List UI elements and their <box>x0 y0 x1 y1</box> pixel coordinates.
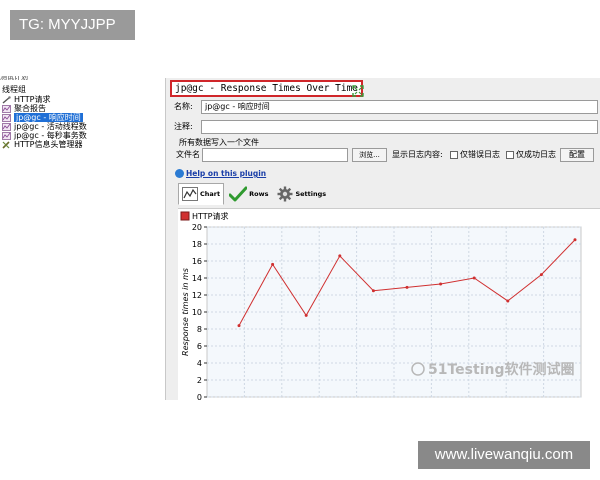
data-point <box>472 276 476 280</box>
tab-settings[interactable]: Settings <box>273 183 330 205</box>
success-only-checkbox[interactable]: 仅成功日志 <box>506 149 556 161</box>
help-link[interactable]: Help on this plugin <box>175 169 266 178</box>
tree-item-aggregate-report[interactable]: 聚合报告 <box>2 104 46 113</box>
success-only-label: 仅成功日志 <box>516 150 556 159</box>
y-tick-label: 16 <box>192 257 202 266</box>
panel-title: jp@gc - Response Times Over Time <box>170 80 364 97</box>
data-point <box>237 324 241 328</box>
data-point <box>405 285 409 289</box>
tree-item-thread-group[interactable]: 线程组 <box>2 85 26 94</box>
tree-item-tps[interactable]: jp@gc - 每秒事务数 <box>2 131 87 140</box>
data-point <box>304 313 308 317</box>
checkmark-icon <box>229 186 248 202</box>
name-field[interactable]: jp@gc - 响应时间 <box>201 100 598 114</box>
y-tick-label: 14 <box>192 274 202 283</box>
y-tick-label: 6 <box>197 342 202 351</box>
wrench-icon <box>2 140 11 149</box>
tab-label: Chart <box>200 190 221 198</box>
chart-icon <box>2 131 11 140</box>
tree-item-active-threads[interactable]: jp@gc - 活动线程数 <box>2 122 87 131</box>
tree-item-http-request[interactable]: HTTP请求 <box>2 95 50 104</box>
tree-item-label: HTTP请求 <box>14 95 51 104</box>
tab-chart[interactable]: Chart <box>178 183 225 205</box>
data-point <box>439 282 443 286</box>
y-axis-label: Response times in ms <box>181 268 190 356</box>
data-point <box>338 254 342 258</box>
tab-label: Rows <box>249 190 269 198</box>
log-content-label: 显示日志内容: <box>392 150 443 159</box>
y-tick-label: 20 <box>192 223 202 232</box>
data-point <box>573 238 577 242</box>
watermark: 51Testing软件测试圈 <box>411 361 574 378</box>
filename-field[interactable] <box>202 148 348 162</box>
chart-icon <box>182 187 198 201</box>
tree-item-label: 线程组 <box>2 85 26 94</box>
data-point <box>371 289 375 293</box>
legend-label: HTTP请求 <box>192 211 228 221</box>
data-point <box>506 299 510 303</box>
tree-root-label: 测试计划 <box>0 73 28 81</box>
tree-item-label: jp@gc - 每秒事务数 <box>14 131 87 140</box>
tree-item-label: jp@gc - 响应时间 <box>14 113 83 122</box>
y-tick-label: 8 <box>197 325 202 334</box>
tree-item-label: 聚合报告 <box>14 104 46 113</box>
filename-label: 文件名 <box>176 150 200 159</box>
y-tick-label: 18 <box>192 240 202 249</box>
help-link-text: Help on this plugin <box>186 169 267 178</box>
gear-icon <box>277 186 293 202</box>
y-tick-label: 2 <box>197 376 202 385</box>
y-tick-label: 0 <box>197 393 202 400</box>
tree-item-response-time[interactable]: jp@gc - 响应时间 <box>2 113 83 122</box>
browse-button[interactable]: 浏览... <box>352 148 387 162</box>
comment-field[interactable] <box>201 120 598 134</box>
website-badge: www.livewanqiu.com <box>418 441 590 469</box>
name-label: 名称: <box>174 102 193 111</box>
listener-panel: jp@gc - Response Times Over Time 名称: jp@… <box>165 78 600 400</box>
tag-badge: TG: MYYJJPP <box>10 10 135 40</box>
errors-only-checkbox[interactable]: 仅错误日志 <box>450 149 500 161</box>
tree-item-label: jp@gc - 活动线程数 <box>14 122 87 131</box>
watermark-text: 51Testing软件测试圈 <box>428 361 574 378</box>
chart-icon <box>2 113 11 122</box>
chart-icon <box>2 122 11 131</box>
errors-only-label: 仅错误日志 <box>460 150 500 159</box>
configure-button[interactable]: 配置 <box>560 148 594 162</box>
test-plan-tree: 测试计划 线程组 HTTP请求 聚合报告 jp@gc - 响应时间 jp@gc … <box>0 76 160 166</box>
tab-rows[interactable]: Rows <box>225 183 272 205</box>
expand-icon[interactable] <box>352 82 364 97</box>
tab-bar: Chart Rows Settings <box>178 183 331 207</box>
y-tick-label: 12 <box>192 291 202 300</box>
chart-area: 0 2 4 6 8 10 12 14 16 18 20 Response times in ms HTT… <box>178 208 600 400</box>
response-time-chart: 0 2 4 6 8 10 12 14 16 18 20 Response times in ms HTT… <box>180 211 582 400</box>
tree-item-label: HTTP信息头管理器 <box>14 140 83 149</box>
chart-icon <box>2 104 11 113</box>
info-icon <box>175 169 184 178</box>
data-point <box>271 262 275 266</box>
pipette-icon <box>2 95 11 104</box>
legend-swatch <box>180 211 190 221</box>
tree-item-header-manager[interactable]: HTTP信息头管理器 <box>2 140 82 149</box>
tab-label: Settings <box>295 190 327 198</box>
y-tick-label: 10 <box>192 308 202 317</box>
data-point <box>539 273 543 277</box>
y-tick-label: 4 <box>197 359 202 368</box>
comment-label: 注释: <box>174 122 193 131</box>
